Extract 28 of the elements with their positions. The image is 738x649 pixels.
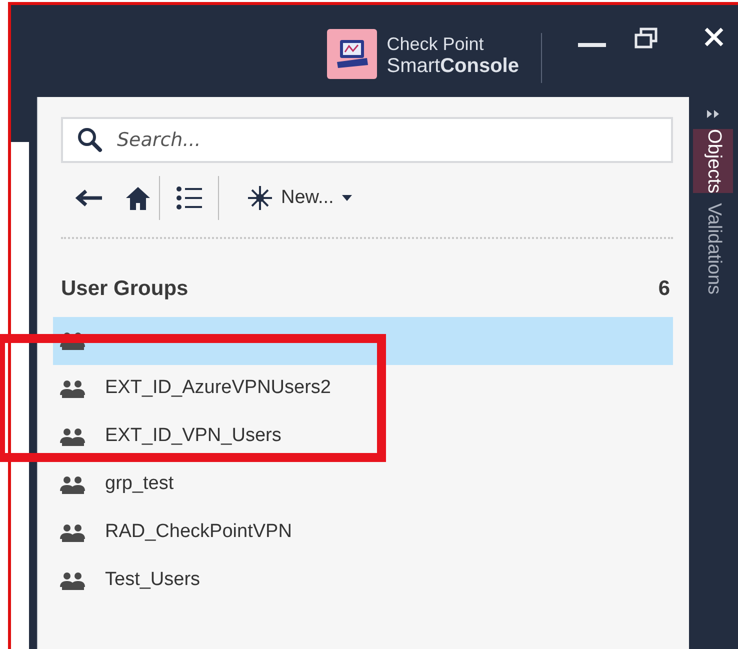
section-title: User Groups — [61, 276, 188, 302]
list-icon[interactable] — [176, 185, 202, 211]
user-group-icon — [59, 330, 87, 350]
group-row[interactable]: EXT_ID_AzureVPNUsers2 — [53, 364, 673, 412]
product-name: SmartConsole — [386, 55, 519, 77]
expand-icon[interactable] — [706, 109, 720, 119]
sparkle-icon — [247, 185, 273, 211]
group-row[interactable]: Test_Users — [53, 556, 673, 604]
side-tab[interactable]: Validations — [693, 203, 733, 295]
group-row[interactable]: EXT_ID_VPN_Users — [53, 412, 673, 460]
group-row[interactable]: grp_test — [53, 460, 673, 508]
side-tab[interactable]: Objects — [693, 129, 733, 194]
logo-icon — [326, 29, 377, 79]
brand-name: Check Point — [386, 33, 485, 55]
restore-icon[interactable] — [634, 27, 658, 49]
user-group-icon — [59, 570, 87, 590]
user-group-icon — [59, 378, 87, 398]
caret-icon — [342, 195, 352, 201]
user-group-icon — [59, 522, 87, 542]
group-count: 6 — [658, 276, 670, 302]
new-button[interactable]: New... — [247, 184, 352, 212]
user-group-icon — [59, 474, 87, 494]
close-icon[interactable] — [704, 27, 724, 47]
group-row[interactable]: RAD_CheckPointVPN — [53, 508, 673, 556]
search-field[interactable]: Search... — [61, 117, 673, 163]
back-arrow-icon[interactable] — [75, 189, 103, 207]
user-group-icon — [59, 426, 87, 446]
home-icon[interactable] — [125, 185, 151, 211]
